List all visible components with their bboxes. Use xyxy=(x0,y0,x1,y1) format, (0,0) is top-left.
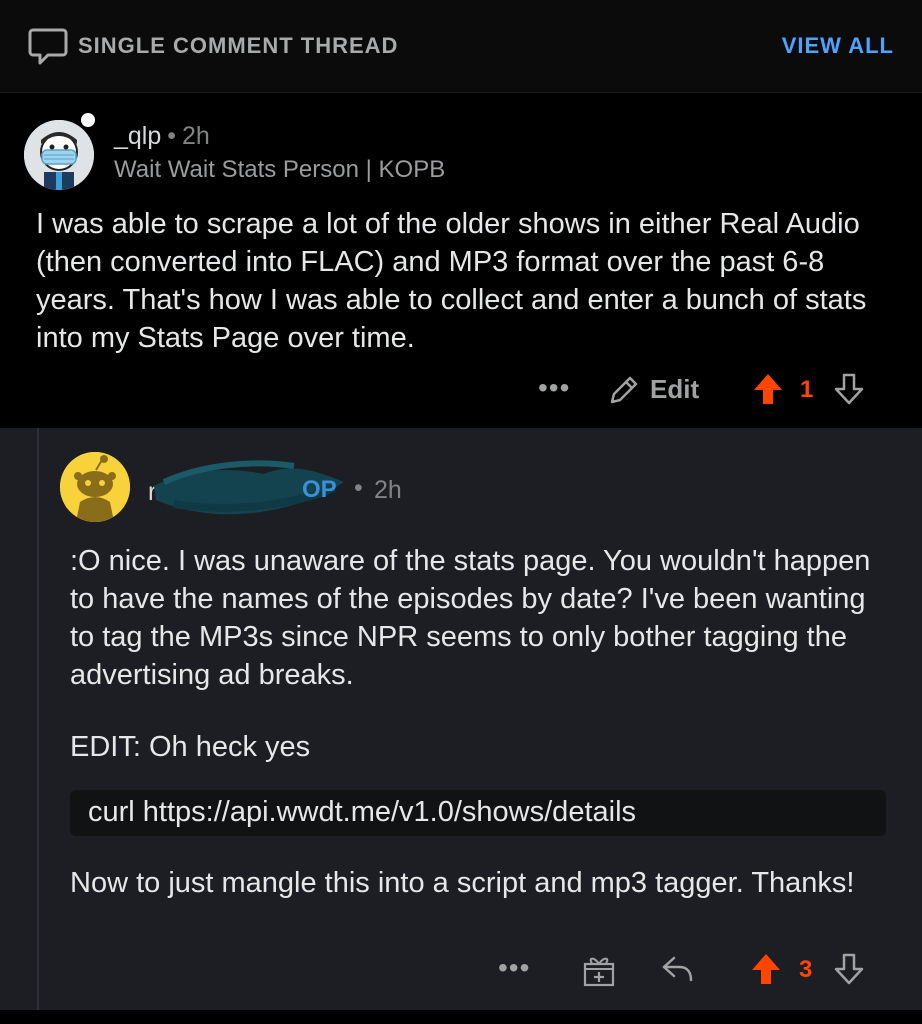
user-avatar[interactable] xyxy=(24,120,94,190)
reply-arrow-icon[interactable] xyxy=(660,954,694,984)
comment-thread-page: SINGLE COMMENT THREAD VIEW ALL _qlp • 2h W… xyxy=(0,0,922,1024)
edit-label: Edit xyxy=(650,374,700,404)
bottom-edge xyxy=(0,1010,922,1024)
more-options-button[interactable]: ••• xyxy=(498,952,530,984)
op-badge: OP xyxy=(302,476,337,503)
comment-meta: _qlp • 2h xyxy=(114,122,210,151)
meta-separator: • xyxy=(354,474,363,502)
reply-closing-paragraph: Now to just mangle this into a script an… xyxy=(70,867,855,899)
avatar-snoo-mask-icon xyxy=(24,120,94,190)
downvote-arrow-icon[interactable] xyxy=(833,952,865,986)
reply-time: 2h xyxy=(374,476,402,504)
online-status-dot xyxy=(78,110,98,130)
pencil-icon xyxy=(610,376,638,404)
thread-header: SINGLE COMMENT THREAD VIEW ALL xyxy=(0,0,922,93)
reply-comment xyxy=(0,428,922,1010)
comment-time: 2h xyxy=(182,122,210,150)
default-snoo-avatar-icon xyxy=(60,452,130,522)
reply-user-avatar[interactable] xyxy=(60,452,130,522)
code-text: curl https://api.wwdt.me/v1.0/shows/deta… xyxy=(88,796,637,828)
reply-edit-paragraph: EDIT: Oh heck yes xyxy=(70,731,311,763)
upvote-arrow-icon[interactable] xyxy=(752,372,784,406)
reply-paragraph: :O nice. I was unaware of the stats page… xyxy=(70,545,871,691)
username[interactable]: _qlp xyxy=(114,122,161,150)
thread-line[interactable] xyxy=(37,428,39,1010)
comment-bubble-icon xyxy=(28,28,68,65)
meta-separator: • xyxy=(167,122,177,150)
upvote-arrow-icon[interactable] xyxy=(750,952,782,986)
downvote-arrow-icon[interactable] xyxy=(833,372,865,406)
gift-award-icon[interactable] xyxy=(582,952,616,988)
thread-title: SINGLE COMMENT THREAD xyxy=(78,33,399,58)
edit-button[interactable]: Edit xyxy=(606,372,716,408)
vote-score: 3 xyxy=(799,956,813,983)
comment-body: I was able to scrape a lot of the older … xyxy=(36,208,867,354)
vote-score: 1 xyxy=(800,376,814,403)
code-block: curl https://api.wwdt.me/v1.0/shows/deta… xyxy=(70,790,886,836)
more-options-button[interactable]: ••• xyxy=(538,372,570,404)
user-flair: Wait Wait Stats Person | KOPB xyxy=(114,156,446,183)
view-all-link[interactable]: VIEW ALL xyxy=(782,33,894,59)
